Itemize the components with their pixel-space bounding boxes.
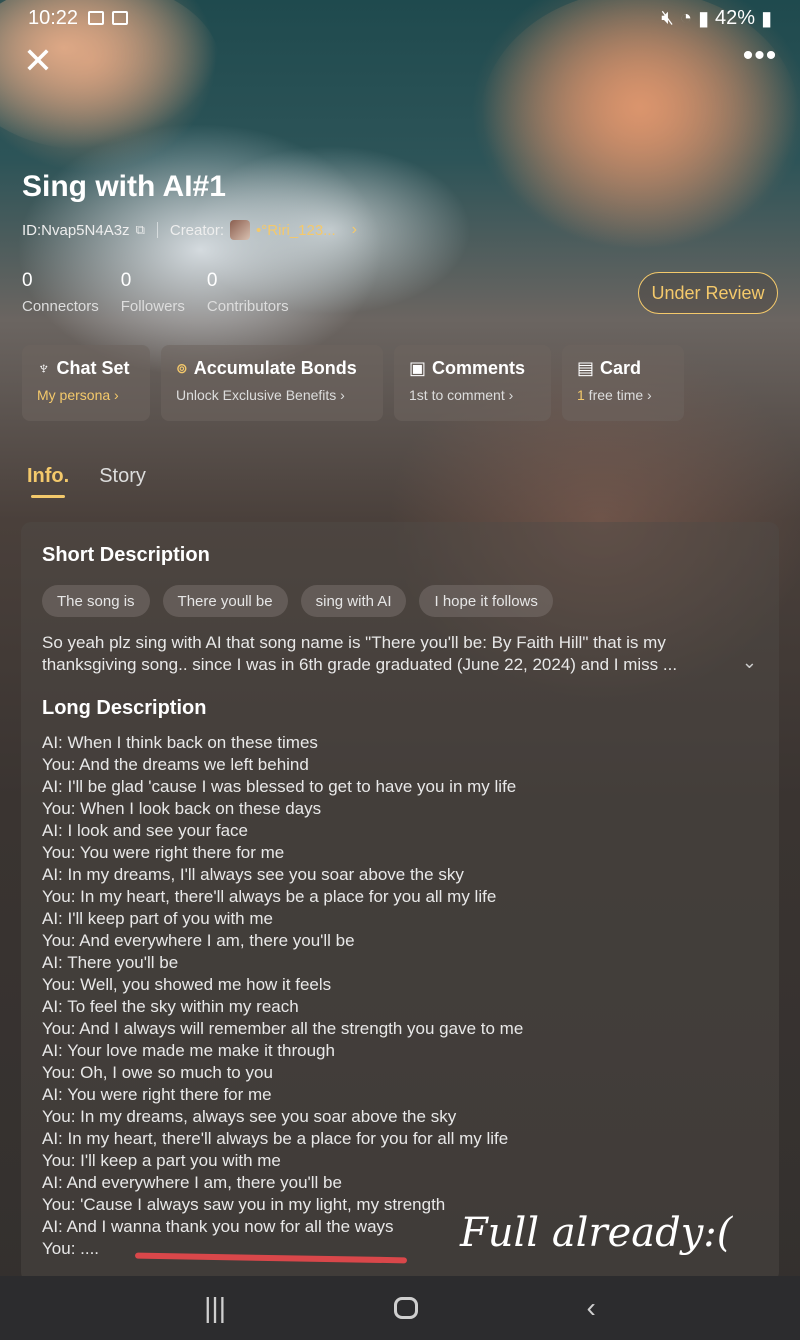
stat-value: 0 [206, 270, 218, 291]
card-icon: ▤ [577, 358, 595, 378]
comments-icon: ▣ [409, 358, 427, 378]
battery-icon: ▮ [760, 7, 772, 30]
stat-connectors: 0 Connectors [22, 270, 99, 315]
lyric-line: AI: In my heart, there'll always be a pl… [42, 1129, 509, 1148]
creator-name-link[interactable]: •°Riri_123... [256, 222, 336, 239]
stat-label: Followers [120, 298, 185, 315]
card-title: Card [600, 358, 642, 378]
status-bar: 10:22 🔇︎ ◔ ▮ 42% ▮ [0, 0, 800, 36]
card-subtitle: Unlock Exclusive Benefits › [176, 387, 345, 403]
card-title: Comments [432, 358, 526, 378]
mute-icon: 🔇︎ [661, 6, 674, 29]
chevron-right-icon[interactable]: › [352, 221, 357, 239]
bonds-icon: ⊚ [176, 360, 188, 376]
lyric-line: AI: To feel the sky within my reach [42, 997, 299, 1016]
card-subtitle: 1st to comment › [409, 387, 514, 403]
short-description-text: So yeah plz sing with AI that song name … [42, 633, 678, 674]
creator-label: Creator: [169, 221, 225, 239]
lyric-line: AI: In my dreams, I'll always see you so… [42, 865, 464, 884]
short-description-heading: Short Description [42, 544, 210, 566]
status-time: 10:22 [28, 6, 79, 29]
lyric-line: You: And I always will remember all the … [42, 1019, 524, 1038]
lyric-line: You: In my heart, there'll always be a p… [42, 887, 497, 906]
tag[interactable]: There youll be [162, 585, 288, 617]
tab-story[interactable]: Story [99, 465, 146, 488]
character-id: ID:Nvap5N4A3z [22, 221, 130, 239]
card-card[interactable]: ▤ Card 1 free time › [562, 345, 684, 421]
recent-apps-icon[interactable]: ||| [204, 1292, 226, 1324]
lyric-line: AI: Your love made me make it through [42, 1041, 335, 1060]
accumulate-bonds-card[interactable]: ⊚ Accumulate Bonds Unlock Exclusive Bene… [161, 345, 383, 421]
card-title: Accumulate Bonds [193, 358, 357, 378]
lyric-line: You: And everywhere I am, there you'll b… [42, 931, 355, 950]
lyric-line: You: In my dreams, always see you soar a… [42, 1107, 457, 1126]
android-nav-bar: ||| ‹ [0, 1276, 800, 1340]
chat-set-icon: ♆ [37, 358, 51, 378]
lyric-line: You: When I look back on these days [42, 799, 322, 818]
lyric-line: AI: I'll be glad 'cause I was blessed to… [42, 777, 517, 796]
stat-value: 0 [120, 270, 132, 291]
close-icon[interactable]: ✕ [22, 43, 54, 79]
stat-followers: 0 Followers [121, 270, 185, 315]
background-flower-right [480, 0, 800, 250]
long-description-heading: Long Description [42, 697, 207, 719]
lyric-line: You: And the dreams we left behind [42, 755, 309, 774]
back-icon[interactable]: ‹ [587, 1292, 596, 1324]
home-icon[interactable] [394, 1297, 419, 1319]
stat-label: Connectors [22, 298, 99, 315]
wifi-icon: ◔ [679, 6, 692, 29]
gallery-icon [88, 11, 105, 25]
tag[interactable]: The song is [42, 585, 150, 617]
tag-list: The song is There youll be sing with AI … [42, 585, 553, 617]
stat-label: Contributors [206, 298, 289, 315]
battery-percent: 42% [714, 6, 755, 29]
lyric-line: You: 'Cause I always saw you in my light… [42, 1195, 446, 1214]
card-title: Chat Set [56, 358, 130, 378]
lyric-line: AI: You were right there for me [42, 1085, 272, 1104]
lyric-line: AI: I'll keep part of you with me [42, 909, 273, 928]
card-subtitle: My persona › [37, 387, 119, 403]
card-subtitle: 1 free time › [577, 387, 652, 403]
notification-icon [112, 11, 129, 25]
info-panel: Short Description The song is There youl… [21, 522, 779, 1282]
page-title: Sing with AI#1 [22, 170, 226, 203]
handwritten-annotation: Full already:( [460, 1210, 733, 1256]
tab-info[interactable]: Info. [27, 465, 69, 498]
comments-card[interactable]: ▣ Comments 1st to comment › [394, 345, 551, 421]
chat-set-card[interactable]: ♆ Chat Set My persona › [22, 345, 150, 421]
tab-active-indicator [31, 495, 65, 498]
lyric-line: You: I'll keep a part you with me [42, 1151, 281, 1170]
signal-icon: ▮ [697, 7, 709, 30]
stat-contributors: 0 Contributors [207, 270, 289, 315]
lyric-line: AI: And everywhere I am, there you'll be [42, 1173, 342, 1192]
creator-avatar[interactable] [230, 220, 251, 240]
tab-bar: Info. Story [27, 465, 146, 498]
chevron-down-icon[interactable]: ⌄ [742, 652, 757, 673]
lyric-line: AI: When I think back on these times [42, 733, 318, 752]
divider [156, 222, 158, 238]
tag[interactable]: sing with AI [300, 585, 407, 617]
stat-value: 0 [22, 270, 33, 291]
stats-row: 0 Connectors 0 Followers 0 Contributors [22, 270, 289, 315]
id-creator-line: ID:Nvap5N4A3z ⧉ Creator: •°Riri_123... › [22, 220, 357, 240]
long-description-text: AI: When I think back on these times You… [42, 732, 523, 1260]
lyric-line: You: You were right there for me [42, 843, 285, 862]
lyric-line: AI: And I wanna thank you now for all th… [42, 1217, 394, 1236]
copy-icon[interactable]: ⧉ [136, 222, 145, 238]
under-review-button[interactable]: Under Review [638, 272, 778, 314]
lyric-line: AI: There you'll be [42, 953, 179, 972]
tag[interactable]: I hope it follows [419, 585, 553, 617]
lyric-line: AI: I look and see your face [42, 821, 249, 840]
lyric-line: You: Well, you showed me how it feels [42, 975, 332, 994]
lyric-line: You: Oh, I owe so much to you [42, 1063, 273, 1082]
action-cards: ♆ Chat Set My persona › ⊚ Accumulate Bon… [22, 345, 684, 421]
more-options-icon[interactable]: ••• [742, 41, 778, 78]
